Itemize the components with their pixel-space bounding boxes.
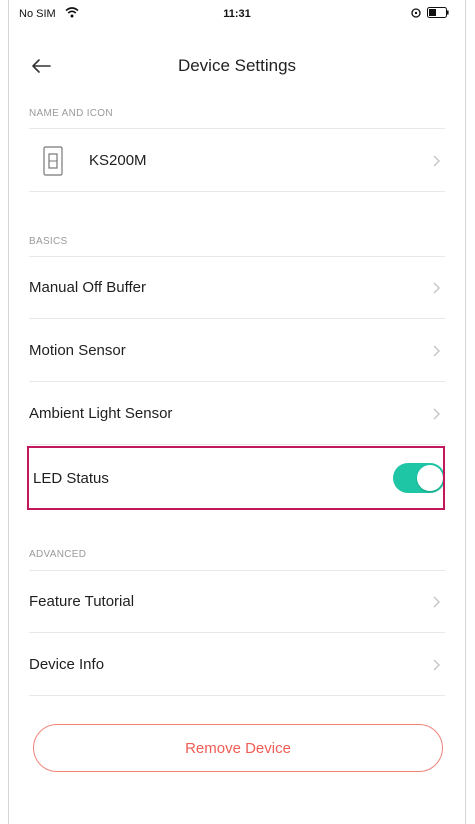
ambient-light-sensor-row[interactable]: Ambient Light Sensor [29, 383, 445, 445]
motion-sensor-row[interactable]: Motion Sensor [29, 320, 445, 382]
device-name-row[interactable]: KS200M [29, 130, 445, 192]
lock-icon [411, 7, 421, 18]
section-label-basics: BASICS [29, 236, 68, 247]
phone-screen: No SIM 11:31 Device Settings NAME AND IC… [8, 0, 466, 824]
page-title: Device Settings [177, 56, 297, 75]
manual-off-buffer-label: Manual Off Buffer [29, 279, 147, 296]
ambient-light-sensor-label: Ambient Light Sensor [29, 405, 173, 422]
divider [29, 128, 445, 129]
chevron-right-icon [433, 408, 440, 419]
feature-tutorial-label: Feature Tutorial [29, 593, 135, 610]
chevron-right-icon [433, 659, 440, 670]
header: Device Settings [9, 40, 465, 92]
device-name: KS200M [89, 152, 147, 169]
device-info-label: Device Info [29, 656, 105, 673]
chevron-right-icon [433, 596, 440, 607]
chevron-right-icon [433, 345, 440, 356]
status-time: 11:31 [223, 8, 251, 20]
motion-sensor-label: Motion Sensor [29, 342, 126, 359]
status-bar: No SIM 11:31 [9, 0, 465, 30]
battery-icon [427, 7, 449, 18]
feature-tutorial-row[interactable]: Feature Tutorial [29, 571, 445, 633]
section-label-name-and-icon: NAME AND ICON [29, 108, 113, 119]
section-label-advanced: ADVANCED [29, 549, 87, 560]
chevron-right-icon [433, 155, 440, 166]
highlight-box [27, 446, 445, 510]
status-right-icons [411, 7, 449, 18]
chevron-right-icon [433, 282, 440, 293]
manual-off-buffer-row[interactable]: Manual Off Buffer [29, 257, 445, 319]
remove-device-button[interactable]: Remove Device [33, 724, 443, 772]
device-info-row[interactable]: Device Info [29, 634, 445, 696]
light-switch-icon [43, 145, 63, 176]
